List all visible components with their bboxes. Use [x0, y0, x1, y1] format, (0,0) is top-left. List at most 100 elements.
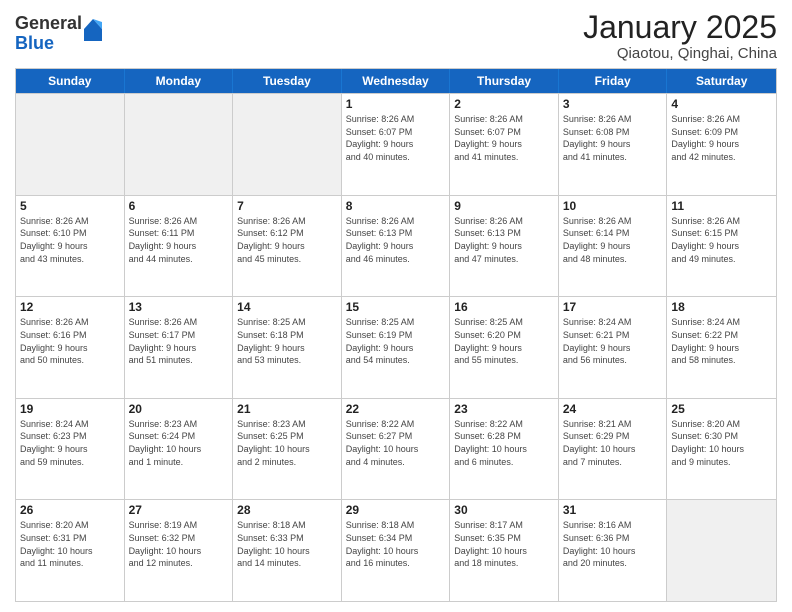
- page: General Blue January 2025 Qiaotou, Qingh…: [0, 0, 792, 612]
- calendar-cell: 23 Sunrise: 8:22 AM Sunset: 6:28 PM Dayli…: [450, 399, 559, 500]
- day-number: 11: [671, 199, 772, 213]
- header-day-friday: Friday: [559, 69, 668, 93]
- day-number: 18: [671, 300, 772, 314]
- calendar-cell: 6Sunrise: 8:26 AM Sunset: 6:11 PM Daylig…: [125, 196, 234, 297]
- day-info: Sunrise: 8:24 AM Sunset: 6:23 PM Dayligh…: [20, 418, 120, 468]
- day-info: Sunrise: 8:20 AM Sunset: 6:31 PM Dayligh…: [20, 519, 120, 569]
- day-info: Sunrise: 8:26 AM Sunset: 6:07 PM Dayligh…: [454, 113, 554, 163]
- day-number: 30: [454, 503, 554, 517]
- day-number: 12: [20, 300, 120, 314]
- day-number: 19: [20, 402, 120, 416]
- day-info: Sunrise: 8:26 AM Sunset: 6:13 PM Dayligh…: [346, 215, 446, 265]
- day-info: Sunrise: 8:24 AM Sunset: 6:21 PM Dayligh…: [563, 316, 663, 366]
- day-number: 29: [346, 503, 446, 517]
- title-block: January 2025 Qiaotou, Qinghai, China: [583, 10, 777, 62]
- day-info: Sunrise: 8:18 AM Sunset: 6:34 PM Dayligh…: [346, 519, 446, 569]
- calendar-cell: 8 Sunrise: 8:26 AM Sunset: 6:13 PM Daylig…: [342, 196, 451, 297]
- calendar-row-0: 1 Sunrise: 8:26 AM Sunset: 6:07 PM Daylig…: [16, 93, 776, 195]
- calendar-cell: [667, 500, 776, 601]
- calendar-cell: 28Sunrise: 8:18 AM Sunset: 6:33 PM Dayli…: [233, 500, 342, 601]
- day-info: Sunrise: 8:26 AM Sunset: 6:11 PM Dayligh…: [129, 215, 229, 265]
- day-info: Sunrise: 8:22 AM Sunset: 6:28 PM Dayligh…: [454, 418, 554, 468]
- day-number: 1: [346, 97, 446, 111]
- day-number: 21: [237, 402, 337, 416]
- calendar-cell: 22 Sunrise: 8:22 AM Sunset: 6:27 PM Dayli…: [342, 399, 451, 500]
- day-info: Sunrise: 8:18 AM Sunset: 6:33 PM Dayligh…: [237, 519, 337, 569]
- day-info: Sunrise: 8:26 AM Sunset: 6:13 PM Dayligh…: [454, 215, 554, 265]
- day-info: Sunrise: 8:26 AM Sunset: 6:12 PM Dayligh…: [237, 215, 337, 265]
- day-number: 22: [346, 402, 446, 416]
- calendar-cell: 27Sunrise: 8:19 AM Sunset: 6:32 PM Dayli…: [125, 500, 234, 601]
- day-info: Sunrise: 8:23 AM Sunset: 6:24 PM Dayligh…: [129, 418, 229, 468]
- calendar-header: SundayMondayTuesdayWednesdayThursdayFrid…: [16, 69, 776, 93]
- day-info: Sunrise: 8:19 AM Sunset: 6:32 PM Dayligh…: [129, 519, 229, 569]
- calendar-cell: 16 Sunrise: 8:25 AM Sunset: 6:20 PM Dayli…: [450, 297, 559, 398]
- day-number: 8: [346, 199, 446, 213]
- calendar-cell: 12 Sunrise: 8:26 AM Sunset: 6:16 PM Dayli…: [16, 297, 125, 398]
- day-number: 7: [237, 199, 337, 213]
- logo-icon: [84, 19, 102, 41]
- logo: General Blue: [15, 14, 102, 54]
- day-number: 4: [671, 97, 772, 111]
- day-info: Sunrise: 8:26 AM Sunset: 6:08 PM Dayligh…: [563, 113, 663, 163]
- header-day-tuesday: Tuesday: [233, 69, 342, 93]
- calendar-cell: 1 Sunrise: 8:26 AM Sunset: 6:07 PM Daylig…: [342, 94, 451, 195]
- day-number: 26: [20, 503, 120, 517]
- calendar-cell: 25Sunrise: 8:20 AM Sunset: 6:30 PM Dayli…: [667, 399, 776, 500]
- calendar-cell: [233, 94, 342, 195]
- day-info: Sunrise: 8:26 AM Sunset: 6:07 PM Dayligh…: [346, 113, 446, 163]
- calendar: SundayMondayTuesdayWednesdayThursdayFrid…: [15, 68, 777, 602]
- calendar-cell: 4 Sunrise: 8:26 AM Sunset: 6:09 PM Daylig…: [667, 94, 776, 195]
- day-info: Sunrise: 8:26 AM Sunset: 6:14 PM Dayligh…: [563, 215, 663, 265]
- calendar-cell: 11 Sunrise: 8:26 AM Sunset: 6:15 PM Dayli…: [667, 196, 776, 297]
- header-day-saturday: Saturday: [667, 69, 776, 93]
- calendar-row-4: 26 Sunrise: 8:20 AM Sunset: 6:31 PM Dayli…: [16, 499, 776, 601]
- day-info: Sunrise: 8:24 AM Sunset: 6:22 PM Dayligh…: [671, 316, 772, 366]
- day-info: Sunrise: 8:23 AM Sunset: 6:25 PM Dayligh…: [237, 418, 337, 468]
- calendar-cell: 19 Sunrise: 8:24 AM Sunset: 6:23 PM Dayli…: [16, 399, 125, 500]
- day-number: 16: [454, 300, 554, 314]
- day-number: 25: [671, 402, 772, 416]
- day-number: 14: [237, 300, 337, 314]
- day-info: Sunrise: 8:25 AM Sunset: 6:20 PM Dayligh…: [454, 316, 554, 366]
- day-number: 17: [563, 300, 663, 314]
- day-number: 13: [129, 300, 229, 314]
- calendar-cell: 26 Sunrise: 8:20 AM Sunset: 6:31 PM Dayli…: [16, 500, 125, 601]
- calendar-cell: 3 Sunrise: 8:26 AM Sunset: 6:08 PM Daylig…: [559, 94, 668, 195]
- day-info: Sunrise: 8:25 AM Sunset: 6:19 PM Dayligh…: [346, 316, 446, 366]
- calendar-cell: [16, 94, 125, 195]
- day-number: 24: [563, 402, 663, 416]
- day-info: Sunrise: 8:26 AM Sunset: 6:10 PM Dayligh…: [20, 215, 120, 265]
- calendar-cell: 20 Sunrise: 8:23 AM Sunset: 6:24 PM Dayli…: [125, 399, 234, 500]
- day-info: Sunrise: 8:26 AM Sunset: 6:17 PM Dayligh…: [129, 316, 229, 366]
- calendar-cell: 10Sunrise: 8:26 AM Sunset: 6:14 PM Dayli…: [559, 196, 668, 297]
- day-number: 20: [129, 402, 229, 416]
- day-info: Sunrise: 8:26 AM Sunset: 6:09 PM Dayligh…: [671, 113, 772, 163]
- calendar-cell: 17 Sunrise: 8:24 AM Sunset: 6:21 PM Dayli…: [559, 297, 668, 398]
- day-info: Sunrise: 8:16 AM Sunset: 6:36 PM Dayligh…: [563, 519, 663, 569]
- calendar-cell: 30Sunrise: 8:17 AM Sunset: 6:35 PM Dayli…: [450, 500, 559, 601]
- day-info: Sunrise: 8:21 AM Sunset: 6:29 PM Dayligh…: [563, 418, 663, 468]
- calendar-cell: 5 Sunrise: 8:26 AM Sunset: 6:10 PM Daylig…: [16, 196, 125, 297]
- month-title: January 2025: [583, 10, 777, 45]
- day-number: 9: [454, 199, 554, 213]
- calendar-cell: 13 Sunrise: 8:26 AM Sunset: 6:17 PM Dayli…: [125, 297, 234, 398]
- day-info: Sunrise: 8:26 AM Sunset: 6:15 PM Dayligh…: [671, 215, 772, 265]
- calendar-cell: 9 Sunrise: 8:26 AM Sunset: 6:13 PM Daylig…: [450, 196, 559, 297]
- header-day-thursday: Thursday: [450, 69, 559, 93]
- day-number: 5: [20, 199, 120, 213]
- location: Qiaotou, Qinghai, China: [583, 45, 777, 62]
- calendar-row-3: 19 Sunrise: 8:24 AM Sunset: 6:23 PM Dayli…: [16, 398, 776, 500]
- day-info: Sunrise: 8:26 AM Sunset: 6:16 PM Dayligh…: [20, 316, 120, 366]
- calendar-cell: 31 Sunrise: 8:16 AM Sunset: 6:36 PM Dayli…: [559, 500, 668, 601]
- calendar-row-1: 5 Sunrise: 8:26 AM Sunset: 6:10 PM Daylig…: [16, 195, 776, 297]
- day-info: Sunrise: 8:25 AM Sunset: 6:18 PM Dayligh…: [237, 316, 337, 366]
- logo-blue: Blue: [15, 34, 82, 54]
- day-number: 23: [454, 402, 554, 416]
- header-day-wednesday: Wednesday: [342, 69, 451, 93]
- day-info: Sunrise: 8:22 AM Sunset: 6:27 PM Dayligh…: [346, 418, 446, 468]
- day-number: 15: [346, 300, 446, 314]
- day-number: 3: [563, 97, 663, 111]
- day-number: 31: [563, 503, 663, 517]
- calendar-cell: 2Sunrise: 8:26 AM Sunset: 6:07 PM Daylig…: [450, 94, 559, 195]
